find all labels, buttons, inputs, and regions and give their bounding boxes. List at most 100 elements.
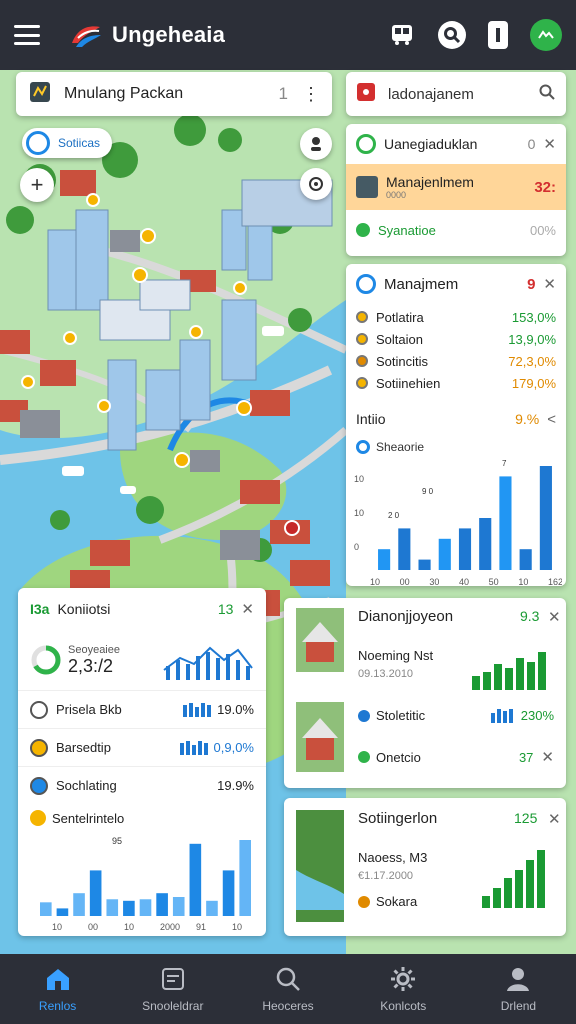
stats-row-value: 13,9,0% [508, 331, 556, 347]
close-icon[interactable]: ✕ [543, 275, 556, 293]
chart-bar [139, 899, 152, 916]
detail-card-1[interactable]: Dianonjjoyeon 9.3 ✕ Noeming Nst 09.13.20… [284, 598, 566, 788]
nav-label: Drlend [500, 998, 537, 1013]
compass-button[interactable] [300, 128, 332, 160]
y-tick-label: 10 [354, 508, 364, 518]
more-options-icon[interactable]: ⋮ [302, 84, 320, 105]
location-badge-icon [28, 80, 52, 109]
detail-title: Sotiingerlon [358, 810, 438, 827]
stats-card-header: Manajmem 9 ✕ [346, 264, 566, 304]
stats-row-label: Sotincitis [376, 353, 429, 369]
summary-prefix: I3a [30, 601, 50, 617]
search-icon[interactable] [438, 21, 466, 49]
x-tick-label: 00 [88, 922, 98, 932]
summary-title: Koniiotsi [57, 601, 111, 617]
stats-row: Sotiinehien 179,0% [356, 372, 556, 394]
nav-label: Snooleldrar [142, 998, 204, 1013]
top-app-bar: Ungeheaia [0, 0, 576, 70]
detail-item-label: Stoletitic [376, 708, 426, 723]
chart-bar [40, 902, 52, 916]
summary-row[interactable]: Sochlating 19.9% [18, 766, 266, 804]
section-header: Intiio 9.% < [346, 402, 566, 436]
list-item-selected[interactable]: Manajenlmem 0000 32: [346, 164, 566, 210]
section-title: Intiio [356, 411, 386, 427]
chart-bar [189, 843, 202, 916]
stats-card-count: 9 [527, 275, 536, 293]
chart-bar [418, 559, 431, 570]
chart-bar [519, 549, 532, 570]
x-tick-label: 91 [196, 922, 206, 932]
x-tick-label: 40 [459, 577, 469, 587]
x-tick-label: 10 [518, 577, 528, 587]
detail-value: 9.3 [520, 608, 540, 624]
row-icon [30, 776, 48, 795]
summary-row[interactable]: Barsedtip 0,9,0% [18, 728, 266, 766]
menu-icon[interactable] [14, 25, 40, 45]
zoom-in-label: + [30, 172, 44, 197]
detail-item-value: 230% [520, 708, 554, 723]
close-icon[interactable]: ✕ [548, 810, 561, 828]
map-layer-toggle[interactable]: Sotiicas [22, 128, 113, 158]
x-tick-label: 00 [400, 577, 410, 587]
list-item-sub: 0000 [386, 190, 407, 200]
stats-row-label: Sotiinehien [376, 375, 441, 391]
nav-item-settings[interactable]: Konlcots [346, 954, 461, 1024]
nav-item-home[interactable]: Renlos [0, 954, 115, 1024]
zoom-in-button[interactable]: + [20, 168, 54, 202]
row-icon [30, 738, 48, 757]
coin-icon [30, 810, 46, 826]
summary-rows: Prisela Bkb 19.0% Barsedtip 0,9,0% Sochlatin… [18, 690, 266, 804]
search-icon[interactable] [538, 83, 556, 106]
stats-row-label: Soltaion [376, 331, 423, 347]
bar-data-label: 2 0 [388, 511, 400, 520]
check-icon [358, 751, 370, 763]
chart-bar [156, 893, 168, 916]
stats-row-value: 72,3,0% [508, 353, 556, 369]
bar-data-label: 95 [112, 836, 122, 846]
detail-line2: 09.13.2010 [358, 668, 414, 680]
detail-item: Onetcio 37 ✕ [358, 748, 554, 766]
close-icon[interactable]: ✕ [541, 748, 554, 766]
app-badge-icon [356, 82, 376, 107]
bottom-navigation: Renlos Snooleldrar Heoceres Konlcots Drl… [0, 954, 576, 1024]
nav-item-layers[interactable]: Snooleldrar [115, 954, 230, 1024]
stats-bar-chart: 10 10 0 10 00 30 40 50 10 162 2 0 9 0 7 [354, 459, 563, 587]
x-tick-label: 30 [429, 577, 439, 587]
close-icon[interactable]: ✕ [548, 608, 561, 626]
nav-item-profile[interactable]: Drlend [461, 954, 576, 1024]
list-item[interactable]: Uanegiaduklan 0 ✕ [346, 124, 566, 164]
chart-bar [239, 840, 251, 916]
right-search-bar[interactable]: ladonajanem [346, 72, 566, 116]
photo-icon [356, 176, 378, 198]
detail-line2: €1.17.2000 [358, 870, 414, 882]
chevron-left-icon[interactable]: < [547, 411, 556, 428]
building-thumbnail [296, 608, 344, 672]
list-item-value: 0 [527, 136, 536, 152]
map-search-bar[interactable]: Mnulang Packan 1 ⋮ [16, 72, 332, 116]
info-icon[interactable] [488, 21, 508, 49]
profile-avatar[interactable] [530, 19, 562, 51]
status-icon [358, 709, 370, 722]
status-dot-icon [356, 333, 368, 345]
detail-card-2[interactable]: Sotiingerlon 125 ✕ Naoess, M3 €1.17.2000… [284, 798, 566, 936]
list-item-label: Uanegiaduklan [384, 136, 478, 152]
right-search-text: ladonajanem [388, 85, 474, 103]
summary-row-value: 19.0% [217, 702, 254, 717]
trend-sparkline [163, 646, 253, 680]
x-tick-label: 10 [52, 922, 62, 932]
mini-bars [490, 708, 513, 723]
chart-bar [479, 518, 492, 570]
nav-item-search[interactable]: Heoceres [230, 954, 345, 1024]
stats-row-value: 153,0% [511, 309, 556, 325]
summary-row[interactable]: Prisela Bkb 19.0% [18, 690, 266, 728]
chart-bar [499, 476, 512, 570]
bus-icon[interactable] [388, 21, 416, 49]
summary-row-label: Prisela Bkb [56, 702, 122, 717]
close-icon[interactable]: ✕ [543, 135, 556, 153]
chart-bar [123, 900, 135, 916]
locate-button[interactable] [300, 168, 332, 200]
close-icon[interactable]: ✕ [241, 600, 254, 618]
list-item-value: 32: [534, 178, 556, 196]
y-tick-label: 10 [354, 474, 364, 484]
list-item[interactable]: Syanatioe 00% [346, 210, 566, 250]
